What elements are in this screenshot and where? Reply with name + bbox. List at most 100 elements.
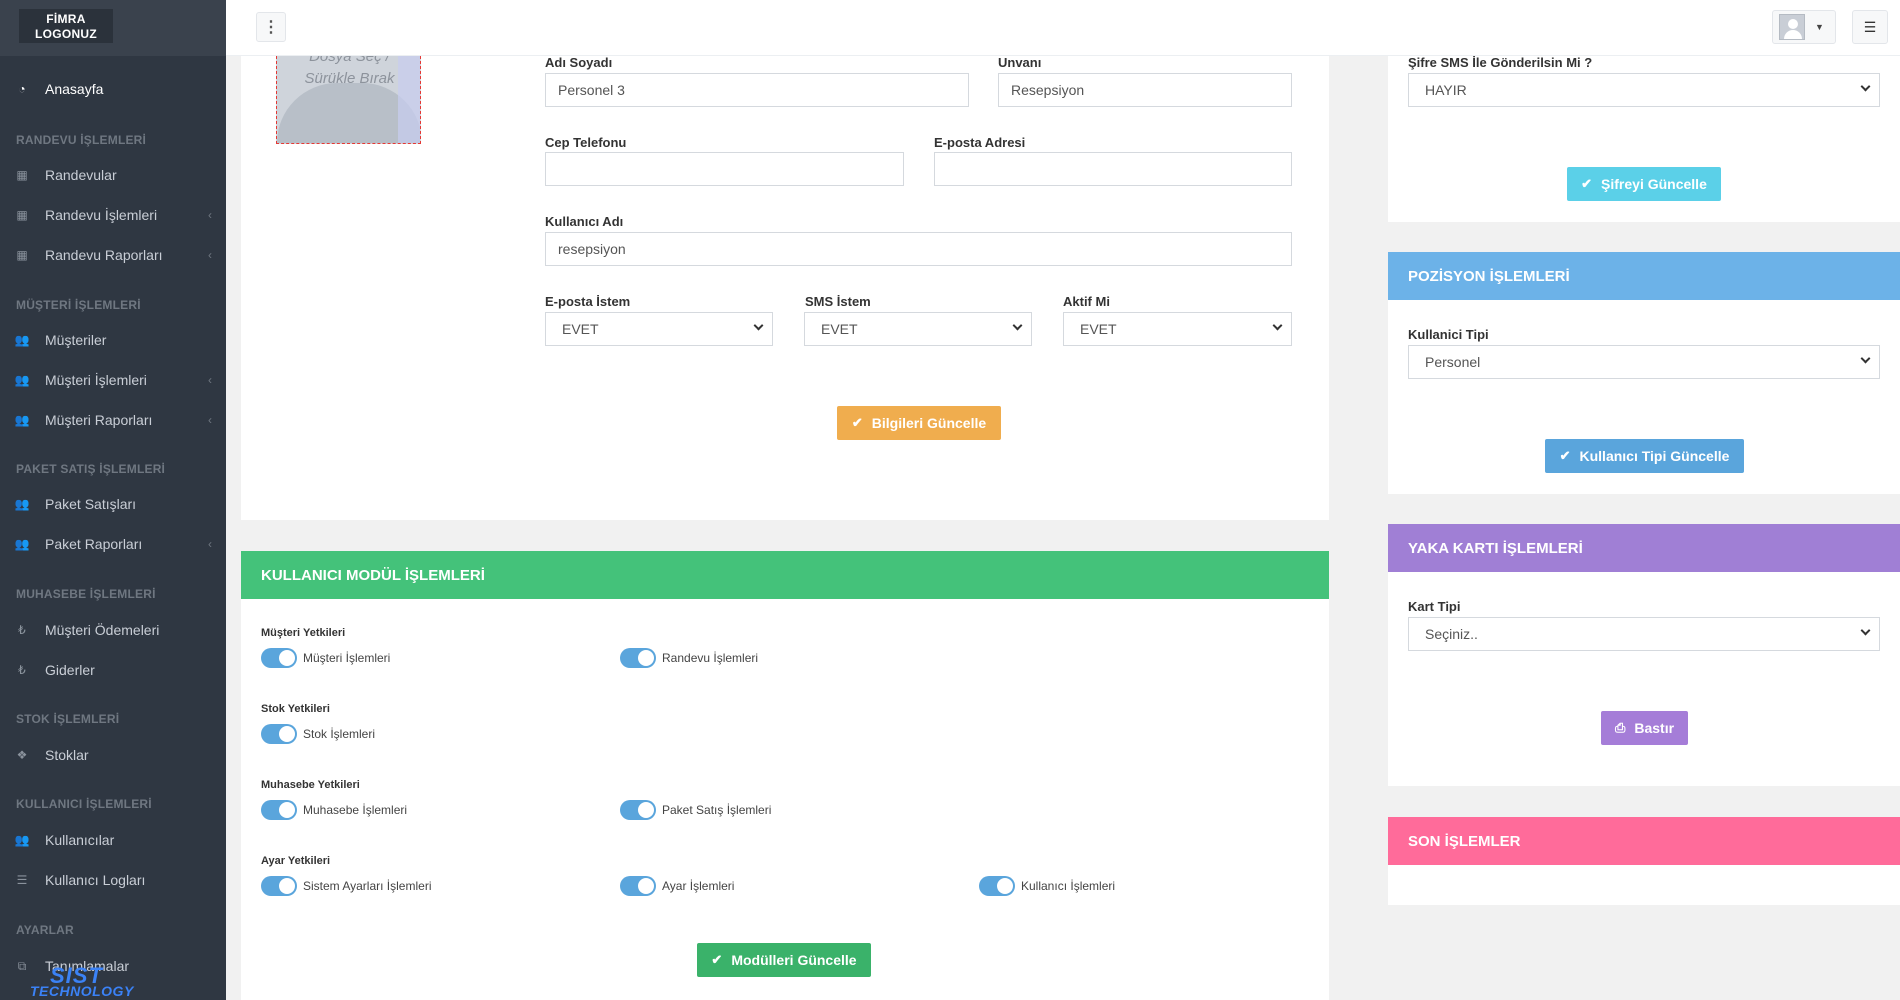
sidebar-item-randevular[interactable]: ▦ Randevular — [0, 160, 226, 190]
title-field[interactable]: Resepsiyon — [998, 73, 1292, 107]
calendar-icon: ▦ — [16, 248, 28, 262]
update-info-button[interactable]: ✔ Bilgileri Güncelle — [837, 406, 1001, 440]
toggle-kullanici-islemleri[interactable] — [979, 876, 1015, 896]
dropzone-text-1: Dosya Seç / — [309, 56, 390, 65]
chevron-down-icon — [1860, 625, 1871, 636]
username-field[interactable]: resepsiyon — [545, 232, 1292, 266]
email-request-value: EVET — [562, 321, 599, 337]
recent-actions-title: SON İŞLEMLER — [1388, 817, 1900, 865]
top-bar: ⋮ ▼ ☰ — [226, 0, 1900, 56]
toggle-stok-islemleri[interactable] — [261, 724, 297, 744]
sidebar-item-label: Giderler — [45, 662, 95, 678]
sidebar-item-kullanici-loglari[interactable]: ☰ Kullanıcı Logları — [0, 865, 226, 895]
sidebar-item-kullanicilar[interactable]: 👥 Kullanıcılar — [0, 825, 226, 855]
sidebar-item-label: Randevu İşlemleri — [45, 207, 158, 223]
toggle-sistem-ayarlari[interactable] — [261, 876, 297, 896]
module-panel-title: KULLANICI MODÜL İŞLEMLERİ — [241, 551, 1329, 599]
name-field[interactable]: Personel 3 — [545, 73, 969, 107]
email-field[interactable] — [934, 152, 1292, 186]
users-icon: 👥 — [14, 373, 30, 387]
password-sms-value: HAYIR — [1425, 82, 1467, 98]
menu-toggle-button[interactable]: ☰ — [1852, 10, 1888, 44]
badge-panel-title: YAKA KARTI İŞLEMLERİ — [1388, 524, 1900, 572]
sidebar-item-musteri-raporlari[interactable]: 👥 Müşteri Raporları ‹ — [0, 405, 226, 435]
check-icon: ✔ — [711, 952, 723, 967]
chevron-left-icon: ‹ — [208, 537, 212, 551]
sidebar-item-musteriler[interactable]: 👥 Müşteriler — [0, 325, 226, 355]
active-select[interactable]: EVET — [1063, 312, 1292, 346]
section-title-paket: PAKET SATIŞ İŞLEMLERİ — [16, 462, 166, 476]
chevron-left-icon: ‹ — [208, 248, 212, 262]
users-icon: 👥 — [14, 833, 30, 847]
username-label: Kullanıcı Adı — [545, 214, 624, 229]
phone-label: Cep Telefonu — [545, 135, 627, 150]
chevron-left-icon: ‹ — [208, 413, 212, 427]
toggle-label: Sistem Ayarları İşlemleri — [303, 879, 432, 893]
calendar-icon: ▦ — [16, 168, 28, 182]
check-icon: ✔ — [851, 415, 863, 430]
chevron-down-icon — [1860, 81, 1871, 92]
sidebar-item-giderler[interactable]: ₺ Giderler — [0, 655, 226, 685]
company-logo[interactable]: FİMRA LOGONUZ — [19, 9, 113, 43]
sidebar-item-home[interactable]: ◔ Anasayfa — [0, 74, 226, 104]
toggle-paket-satis-islemleri[interactable] — [620, 800, 656, 820]
group-title-ayar: Ayar Yetkileri — [261, 855, 331, 867]
user-menu-button[interactable]: ▼ — [1772, 10, 1836, 44]
sidebar-item-musteri-odemeleri[interactable]: ₺ Müşteri Ödemeleri — [0, 615, 226, 645]
toggle-musteri-islemleri[interactable] — [261, 648, 297, 668]
calendar-icon: ▦ — [16, 208, 28, 222]
copy-icon: ⧉ — [17, 958, 27, 973]
active-value: EVET — [1080, 321, 1117, 337]
section-title-ayarlar: AYARLAR — [16, 923, 74, 937]
sidebar-item-label: Randevular — [45, 167, 117, 183]
check-icon: ✔ — [1581, 176, 1593, 191]
brand-logo-line-2: TECHNOLOGY — [30, 983, 134, 999]
more-options-button[interactable]: ⋮ — [256, 12, 286, 42]
update-modules-button[interactable]: ✔ Modülleri Güncelle — [697, 943, 871, 977]
name-label: Adı Soyadı — [545, 55, 613, 70]
sidebar-item-paket-raporlari[interactable]: 👥 Paket Raporları ‹ — [0, 529, 226, 559]
sidebar-item-label: Müşteri Ödemeleri — [45, 622, 160, 638]
toggle-randevu-islemleri[interactable] — [620, 648, 656, 668]
phone-field[interactable] — [545, 152, 904, 186]
chevron-left-icon: ‹ — [208, 208, 212, 222]
section-title-stok: STOK İŞLEMLERİ — [16, 712, 120, 726]
card-type-select[interactable]: Seçiniz.. — [1408, 617, 1880, 651]
sidebar-item-label: Müşteriler — [45, 332, 107, 348]
group-title-stok: Stok Yetkileri — [261, 703, 330, 715]
email-request-label: E-posta İstem — [545, 294, 631, 309]
sidebar-item-randevu-raporlari[interactable]: ▦ Randevu Raporları ‹ — [0, 240, 226, 270]
sms-request-select[interactable]: EVET — [804, 312, 1032, 346]
sidebar-item-label: Paket Satışları — [45, 496, 137, 512]
section-title-musteri: MÜŞTERİ İŞLEMLERİ — [16, 298, 141, 312]
user-type-select[interactable]: Personel — [1408, 345, 1880, 379]
toggle-ayar-islemleri[interactable] — [620, 876, 656, 896]
toggle-muhasebe-islemleri[interactable] — [261, 800, 297, 820]
update-user-type-button[interactable]: ✔ Kullanıcı Tipi Güncelle — [1545, 439, 1744, 473]
photo-dropzone[interactable]: Dosya Seç / Sürükle Bırak — [276, 56, 421, 144]
email-request-select[interactable]: EVET — [545, 312, 773, 346]
sidebar-item-randevu-islemleri[interactable]: ▦ Randevu İşlemleri ‹ — [0, 200, 226, 230]
section-title-muhasebe: MUHASEBE İŞLEMLERİ — [16, 587, 156, 601]
print-icon: ⎙ — [1614, 720, 1626, 735]
sidebar-item-label: Kullanıcı Logları — [45, 872, 146, 888]
sidebar-item-paket-satislari[interactable]: 👥 Paket Satışları — [0, 489, 226, 519]
users-icon: 👥 — [14, 413, 30, 427]
sidebar-item-label: Kullanıcılar — [45, 832, 115, 848]
logo-line-1: FİMRA — [46, 12, 86, 26]
group-title-muhasebe: Muhasebe Yetkileri — [261, 779, 360, 791]
print-button[interactable]: ⎙ Bastır — [1601, 711, 1688, 745]
avatar — [1779, 14, 1805, 40]
position-panel-title: POZİSYON İŞLEMLERİ — [1388, 252, 1900, 300]
coin-icon: ₺ — [18, 623, 26, 637]
users-icon: 👥 — [14, 497, 30, 511]
toggle-label: Paket Satış İşlemleri — [662, 803, 772, 817]
sidebar-item-musteri-islemleri[interactable]: 👥 Müşteri İşlemleri ‹ — [0, 365, 226, 395]
sms-request-value: EVET — [821, 321, 858, 337]
coin-icon: ₺ — [18, 663, 26, 677]
card-type-label: Kart Tipi — [1408, 599, 1461, 614]
toggle-label: Kullanıcı İşlemleri — [1021, 879, 1116, 893]
update-password-button[interactable]: ✔ Şifreyi Güncelle — [1567, 167, 1721, 201]
sidebar-item-stoklar[interactable]: ❖ Stoklar — [0, 740, 226, 770]
password-sms-select[interactable]: HAYIR — [1408, 73, 1880, 107]
